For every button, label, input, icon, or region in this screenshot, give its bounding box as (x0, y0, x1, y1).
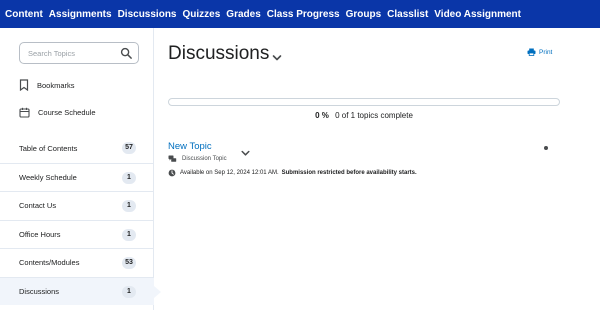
toc-item-label: Discussions (19, 286, 60, 296)
print-button[interactable]: Print (527, 48, 552, 56)
toc-item-contents-modules[interactable]: Contents/Modules 53 (0, 248, 154, 277)
bookmarks-label: Bookmarks (37, 80, 75, 90)
search-icon[interactable] (120, 47, 133, 60)
availability-date: Available on Sep 12, 2024 12:01 AM. (180, 170, 279, 176)
nav-classlist[interactable]: Classlist (387, 9, 428, 20)
printer-icon (527, 48, 536, 56)
topic-type-label: Discussion Topic (182, 156, 227, 162)
restriction-note: Submission restricted before availabilit… (281, 170, 417, 176)
toc-item-label: Office Hours (19, 229, 61, 239)
count-badge: 1 (122, 171, 136, 184)
chevron-down-icon[interactable] (272, 54, 282, 62)
bookmark-icon (19, 79, 29, 91)
more-options-icon[interactable] (544, 146, 548, 150)
toc-item-label: Table of Contents (19, 143, 78, 153)
top-navigation: Content Assignments Discussions Quizzes … (0, 0, 600, 28)
nav-groups[interactable]: Groups (346, 9, 382, 20)
toc-item-discussions[interactable]: Discussions 1 (0, 276, 161, 305)
toc-item-label: Contact Us (19, 201, 57, 211)
progress-count: 0 of 1 topics complete (335, 111, 413, 120)
toc-item-contact-us[interactable]: Contact Us 1 (0, 191, 154, 220)
table-of-contents-list: Table of Contents 57 Weekly Schedule 1 C… (0, 134, 161, 305)
sidebar: Bookmarks Course Schedule Table of Conte… (0, 28, 161, 310)
toc-item-office-hours[interactable]: Office Hours 1 (0, 219, 154, 249)
toc-item-table-of-contents[interactable]: Table of Contents 57 (0, 134, 154, 163)
toc-item-label: Weekly Schedule (19, 172, 77, 182)
count-badge: 57 (122, 142, 136, 154)
toc-item-label: Contents/Modules (19, 258, 80, 268)
course-schedule-label: Course Schedule (38, 108, 96, 117)
chevron-down-icon[interactable] (241, 150, 250, 157)
topic-link[interactable]: New Topic (168, 141, 212, 152)
search-input[interactable] (28, 48, 120, 58)
main-content: Discussions Print 0 % 0 of 1 topics comp… (154, 28, 600, 310)
search-box (19, 42, 139, 64)
progress-summary: 0 % 0 of 1 topics complete (154, 111, 574, 120)
count-badge: 53 (122, 257, 136, 269)
nav-assignments[interactable]: Assignments (49, 9, 112, 20)
clock-icon (168, 169, 176, 177)
nav-grades[interactable]: Grades (226, 9, 260, 20)
nav-content[interactable]: Content (5, 9, 43, 20)
toc-item-weekly-schedule[interactable]: Weekly Schedule 1 (0, 162, 154, 192)
nav-quizzes[interactable]: Quizzes (183, 9, 221, 20)
nav-class-progress[interactable]: Class Progress (267, 9, 340, 20)
availability-info: Available on Sep 12, 2024 12:01 AM. Subm… (168, 169, 417, 177)
print-label: Print (539, 48, 553, 56)
topic-type: Discussion Topic (168, 155, 227, 163)
calendar-icon (19, 107, 30, 118)
course-schedule-link[interactable]: Course Schedule (19, 107, 96, 118)
nav-discussions[interactable]: Discussions (118, 9, 177, 20)
discussion-icon (168, 155, 177, 162)
progress-percent: 0 % (315, 111, 329, 120)
count-badge: 1 (122, 228, 136, 241)
bookmarks-link[interactable]: Bookmarks (19, 79, 75, 91)
progress-bar (168, 98, 560, 106)
nav-video-assignment[interactable]: Video Assignment (434, 9, 521, 20)
page-title: Discussions (168, 43, 270, 64)
count-badge: 1 (122, 285, 136, 298)
count-badge: 1 (122, 200, 136, 212)
